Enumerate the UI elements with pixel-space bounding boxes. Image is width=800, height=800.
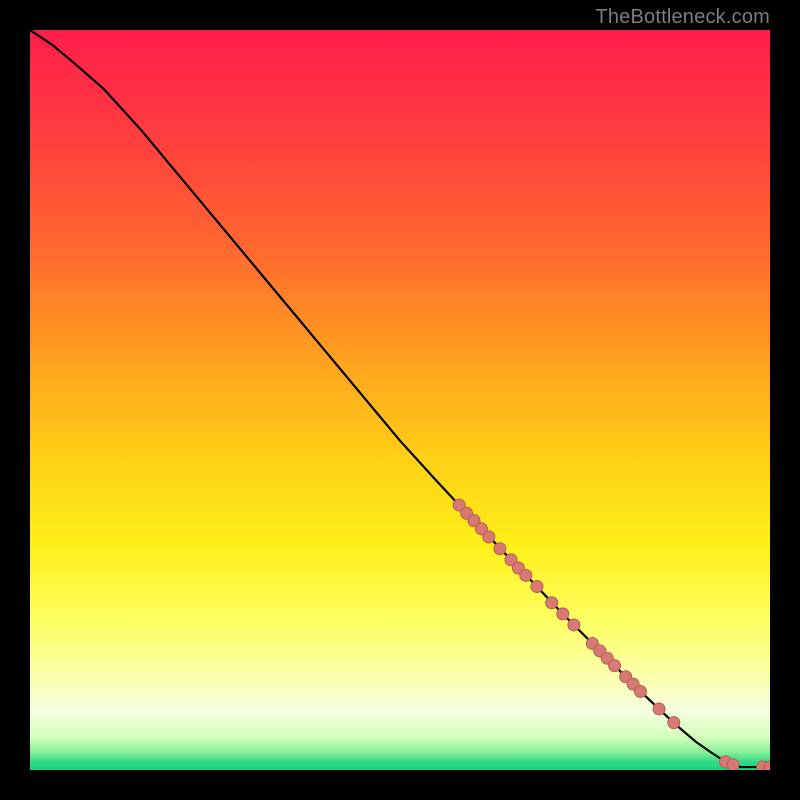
watermark-text: TheBottleneck.com: [595, 6, 770, 29]
data-marker: [609, 660, 621, 672]
chart-stage: TheBottleneck.com: [0, 0, 800, 800]
data-marker: [635, 686, 647, 698]
data-marker: [727, 759, 739, 770]
chart-svg: [30, 30, 770, 770]
data-marker: [483, 531, 495, 543]
data-marker: [546, 597, 558, 609]
gradient-background: [30, 30, 770, 770]
data-marker: [653, 703, 665, 715]
data-marker: [531, 580, 543, 592]
data-marker: [520, 569, 532, 581]
plot-area: [30, 30, 770, 770]
data-marker: [668, 717, 680, 729]
data-marker: [568, 619, 580, 631]
data-marker: [557, 608, 569, 620]
data-marker: [494, 543, 506, 555]
